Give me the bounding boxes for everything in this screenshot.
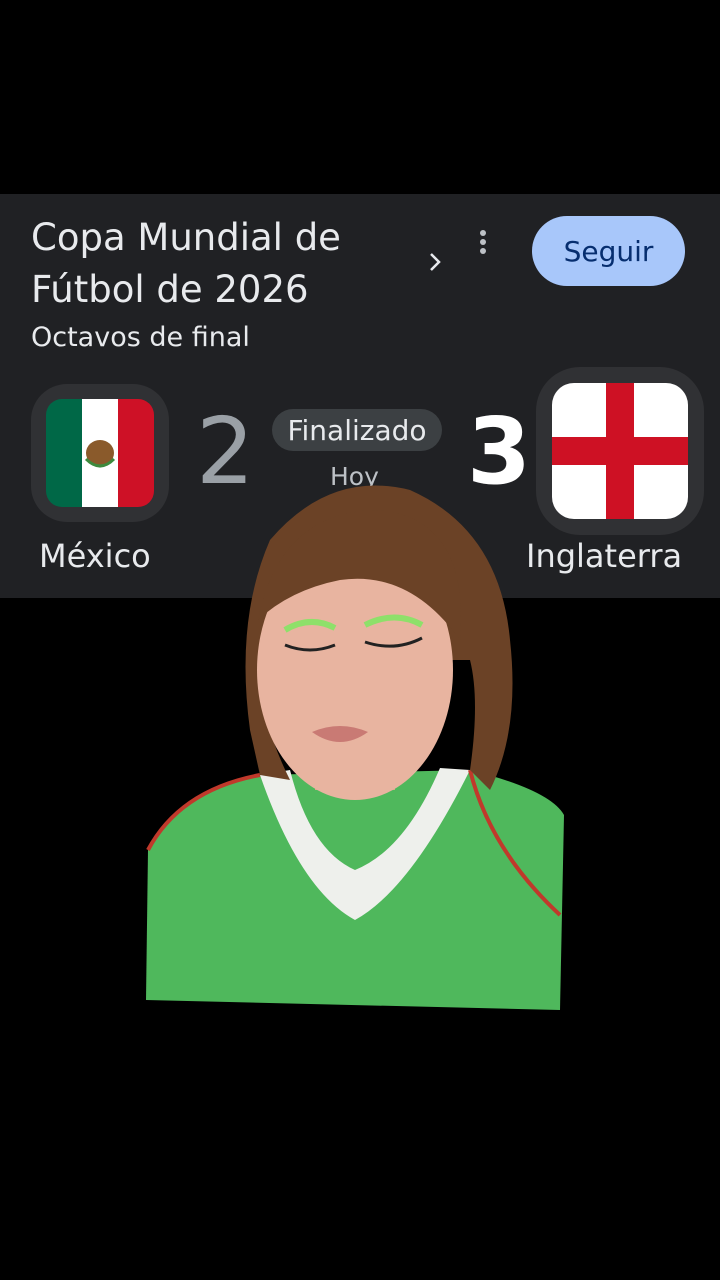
competition-title[interactable]: Copa Mundial de Fútbol de 2026	[31, 212, 411, 316]
match-status-badge: Finalizado	[272, 409, 442, 451]
competition-title-line2: Fútbol de 2026	[31, 268, 309, 311]
mexico-flag-icon	[46, 399, 154, 507]
round-label: Octavos de final	[31, 322, 250, 353]
follow-button[interactable]: Seguir	[532, 216, 685, 286]
more-vert-icon[interactable]	[476, 228, 490, 258]
competition-title-line1: Copa Mundial de	[31, 216, 341, 259]
home-team-name: México	[39, 537, 151, 575]
person-cutout-image	[146, 485, 564, 1010]
chevron-right-icon[interactable]	[428, 250, 442, 274]
